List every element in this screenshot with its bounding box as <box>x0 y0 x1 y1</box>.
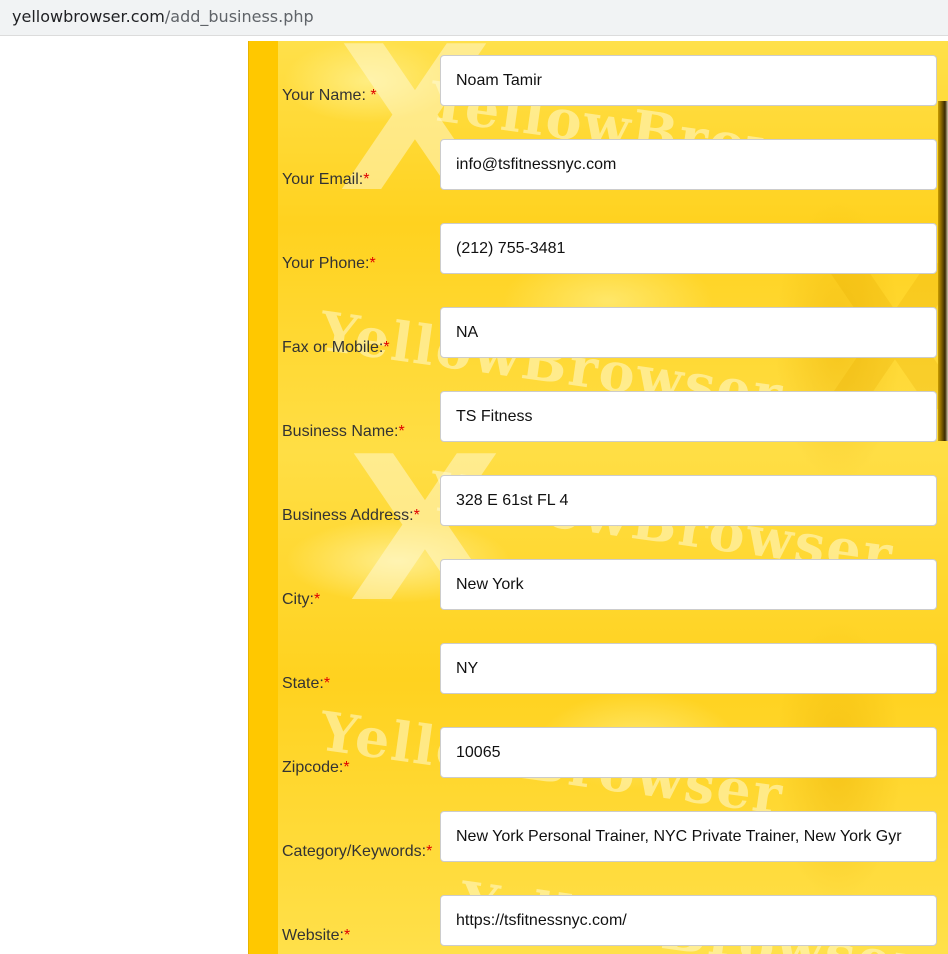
form-row-state: State:* <box>278 643 948 727</box>
phone-input[interactable] <box>440 223 937 274</box>
left-yellow-strip <box>248 41 278 954</box>
form-row-fax: Fax or Mobile:* <box>278 307 948 391</box>
form-row-email: Your Email:* <box>278 139 948 223</box>
field-label: Your Email:* <box>282 171 370 188</box>
fax-input[interactable] <box>440 307 937 358</box>
business-name-input[interactable] <box>440 391 937 442</box>
required-asterisk: * <box>343 927 351 944</box>
form-row-city: City:* <box>278 559 948 643</box>
required-asterisk: * <box>363 171 370 188</box>
field-label: City:* <box>282 591 321 608</box>
field-label: Fax or Mobile:* <box>282 339 390 356</box>
form-row-business-name: Business Name:* <box>278 391 948 475</box>
required-asterisk: * <box>398 423 405 440</box>
url-path: /add_business.php <box>164 7 314 26</box>
required-asterisk: * <box>343 759 350 776</box>
required-asterisk: * <box>383 339 390 356</box>
state-input[interactable] <box>440 643 937 694</box>
field-label: Zipcode:* <box>282 759 350 776</box>
email-input[interactable] <box>440 139 937 190</box>
field-label: Your Name: * <box>282 87 377 104</box>
required-asterisk: * <box>369 255 376 272</box>
add-business-form: X X X YellowBrowser YellowBrowser Yellow… <box>248 41 948 954</box>
field-label: Website:* <box>282 927 351 944</box>
form-row-website: Website:* <box>278 895 948 954</box>
form-row-name: Your Name: * <box>278 55 948 139</box>
field-label: State:* <box>282 675 331 692</box>
address-bar[interactable]: yellowbrowser.com/add_business.php <box>0 0 948 36</box>
required-asterisk: * <box>413 507 420 524</box>
field-label: Business Address:* <box>282 507 420 524</box>
field-label: Business Name:* <box>282 423 405 440</box>
website-input[interactable] <box>440 895 937 946</box>
name-input[interactable] <box>440 55 937 106</box>
required-asterisk: * <box>323 675 331 692</box>
category-keywords-input[interactable] <box>440 811 937 862</box>
city-input[interactable] <box>440 559 937 610</box>
required-asterisk: * <box>426 843 433 860</box>
left-blank-area <box>0 41 248 954</box>
url-text[interactable]: yellowbrowser.com/add_business.php <box>12 7 314 26</box>
field-label: Your Phone:* <box>282 255 376 272</box>
business-address-input[interactable] <box>440 475 937 526</box>
form-row-category: Category/Keywords:* <box>278 811 948 895</box>
url-domain: yellowbrowser.com <box>12 7 165 26</box>
field-label: Category/Keywords:* <box>282 843 433 860</box>
form-row-phone: Your Phone:* <box>278 223 948 307</box>
form-row-zipcode: Zipcode:* <box>278 727 948 811</box>
required-asterisk: * <box>314 591 321 608</box>
form-row-business-address: Business Address:* <box>278 475 948 559</box>
zipcode-input[interactable] <box>440 727 937 778</box>
required-asterisk: * <box>370 87 377 104</box>
